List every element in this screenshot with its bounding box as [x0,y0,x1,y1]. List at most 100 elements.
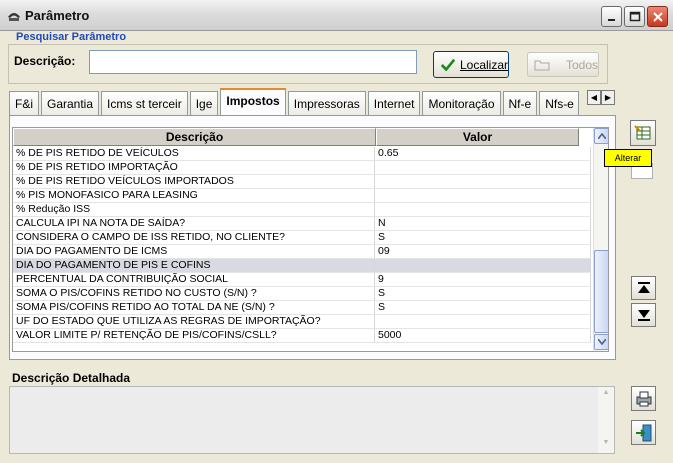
table-row[interactable]: UF DO ESTADO QUE UTILIZA AS REGRAS DE IM… [13,315,591,329]
cell-valor: S [375,231,591,244]
detail-scroll-down[interactable]: ▼ [600,439,612,451]
table-row[interactable]: PERCENTUAL DA CONTRIBUIÇÃO SOCIAL 9 [13,273,591,287]
edit-table-icon [634,125,651,140]
scroll-down-button[interactable] [594,334,608,350]
detailed-description-label: Descrição Detalhada [12,371,131,385]
cell-valor [375,315,591,328]
table-row[interactable]: SOMA PIS/COFINS RETIDO AO TOTAL DA NE (S… [13,301,591,315]
grid-header: Descrição Valor [13,128,591,146]
search-section-label: Pesquisar Parâmetro [16,31,127,43]
table-row[interactable]: DIA DO PAGAMENTO DE ICMS 09 [13,245,591,259]
cell-descricao: % Redução ISS [13,203,375,216]
table-row[interactable]: % DE PIS RETIDO IMPORTAÇÃO [13,161,591,175]
cell-descricao: % DE PIS RETIDO VEÍCULOS IMPORTADOS [13,175,375,188]
locate-button-label: Localizar [459,57,508,72]
tab-nfse[interactable]: Nfs-e [539,91,580,115]
tab-nfe[interactable]: Nf-e [502,91,538,115]
detail-scroll-up[interactable]: ▲ [600,389,612,401]
move-down-icon [637,310,650,321]
cell-valor [375,259,591,272]
table-row[interactable]: % DE PIS RETIDO DE VEÍCULOS 0.65 [13,147,591,161]
cell-valor: S [375,301,591,314]
cell-descricao: % DE PIS RETIDO IMPORTAÇÃO [13,161,375,174]
move-up-button[interactable] [631,276,656,300]
print-button[interactable] [631,386,656,411]
tab-monitoracao[interactable]: Monitoração [422,91,501,115]
minimize-button[interactable] [601,6,622,27]
all-button[interactable]: Todos [527,52,599,77]
description-input[interactable] [89,50,417,74]
cell-descricao: SOMA PIS/COFINS RETIDO AO TOTAL DA NE (S… [13,301,375,314]
scroll-up-button[interactable] [594,128,608,144]
tab-scroll-arrows: ◀ ▶ [587,90,615,105]
cell-descricao: VALOR LIMITE P/ RETENÇÃO DE PIS/COFINS/C… [13,329,375,342]
cell-descricao: DIA DO PAGAMENTO DE ICMS [13,245,375,258]
cell-descricao: CALCULA IPI NA NOTA DE SAÍDA? [13,217,375,230]
window-app-icon [8,13,20,21]
table-row[interactable]: CALCULA IPI NA NOTA DE SAÍDA? N [13,217,591,231]
cell-descricao: UF DO ESTADO QUE UTILIZA AS REGRAS DE IM… [13,315,375,328]
arrow-left-icon: ◀ [590,93,598,102]
tab-garantia[interactable]: Garantia [41,91,100,115]
cell-descricao: % PIS MONOFASICO PARA LEASING [13,189,375,202]
folder-icon [534,60,550,71]
print-icon [636,391,651,406]
cell-valor [375,175,591,188]
table-row[interactable]: % PIS MONOFASICO PARA LEASING [13,189,591,203]
cell-valor: 0.65 [375,147,591,160]
table-row[interactable]: SOMA O PIS/COFINS RETIDO NO CUSTO (S/N) … [13,287,591,301]
detailed-description-textarea[interactable]: ▲ ▼ [9,386,615,454]
tab-impressoras[interactable]: Impressoras [287,91,366,115]
alter-tooltip: Alterar [604,149,652,167]
column-header-descricao[interactable]: Descrição [13,128,376,146]
cell-descricao: SOMA O PIS/COFINS RETIDO NO CUSTO (S/N) … [13,287,375,300]
tab-scroll-right[interactable]: ▶ [601,90,615,105]
cell-valor: 5000 [375,329,591,342]
cell-descricao: DIA DO PAGAMENTO DE PIS E COFINS [13,259,375,272]
cell-valor [375,161,591,174]
chevron-up-icon [598,133,606,139]
tab-strip: F&i Garantia Icms st terceir Ige Imposto… [9,88,581,115]
tab-scroll-left[interactable]: ◀ [587,90,601,105]
scroll-thumb[interactable] [594,250,608,333]
locate-button[interactable]: Localizar [433,51,509,78]
exit-icon [635,424,651,441]
minimize-icon [608,19,615,21]
table-row[interactable]: VALOR LIMITE P/ RETENÇÃO DE PIS/COFINS/C… [13,329,591,343]
alter-button[interactable] [630,120,656,146]
close-button[interactable] [647,6,668,27]
tab-impostos[interactable]: Impostos [220,88,286,115]
maximize-icon [629,11,641,22]
cell-descricao: CONSIDERA O CAMPO DE ISS RETIDO, NO CLIE… [13,231,375,244]
cell-valor: N [375,217,591,230]
title-bar: Parâmetro [0,0,673,31]
table-row[interactable]: CONSIDERA O CAMPO DE ISS RETIDO, NO CLIE… [13,231,591,245]
tab-icms-st-terceir[interactable]: Icms st terceir [101,91,188,115]
window-title: Parâmetro [25,8,90,23]
tab-ige[interactable]: Ige [189,91,219,115]
table-row[interactable]: % DE PIS RETIDO VEÍCULOS IMPORTADOS [13,175,591,189]
tab-internet[interactable]: Internet [367,91,421,115]
move-up-icon [637,282,650,293]
chevron-down-icon [598,339,606,345]
cell-valor: 09 [375,245,591,258]
cell-descricao: PERCENTUAL DA CONTRIBUIÇÃO SOCIAL [13,273,375,286]
tab-fi[interactable]: F&i [9,91,39,115]
arrow-right-icon: ▶ [604,93,612,102]
detail-scrollbar[interactable]: ▲ ▼ [598,387,614,453]
move-down-button[interactable] [631,303,656,327]
grid-rows: % DE PIS RETIDO DE VEÍCULOS 0.65% DE PIS … [13,147,591,343]
table-row[interactable]: % Redução ISS [13,203,591,217]
table-row[interactable]: DIA DO PAGAMENTO DE PIS E COFINS [13,259,591,273]
cell-valor [375,189,591,202]
column-header-valor[interactable]: Valor [376,128,579,146]
close-icon [653,12,663,22]
checkmark-icon [440,58,456,71]
parameters-grid[interactable]: Descrição Valor % DE PIS RETIDO DE VEÍCU… [12,127,609,352]
maximize-button[interactable] [624,6,645,27]
cell-valor [375,203,591,216]
exit-button[interactable] [631,420,656,445]
cell-valor: S [375,287,591,300]
all-button-label: Todos [565,57,598,72]
cell-valor: 9 [375,273,591,286]
